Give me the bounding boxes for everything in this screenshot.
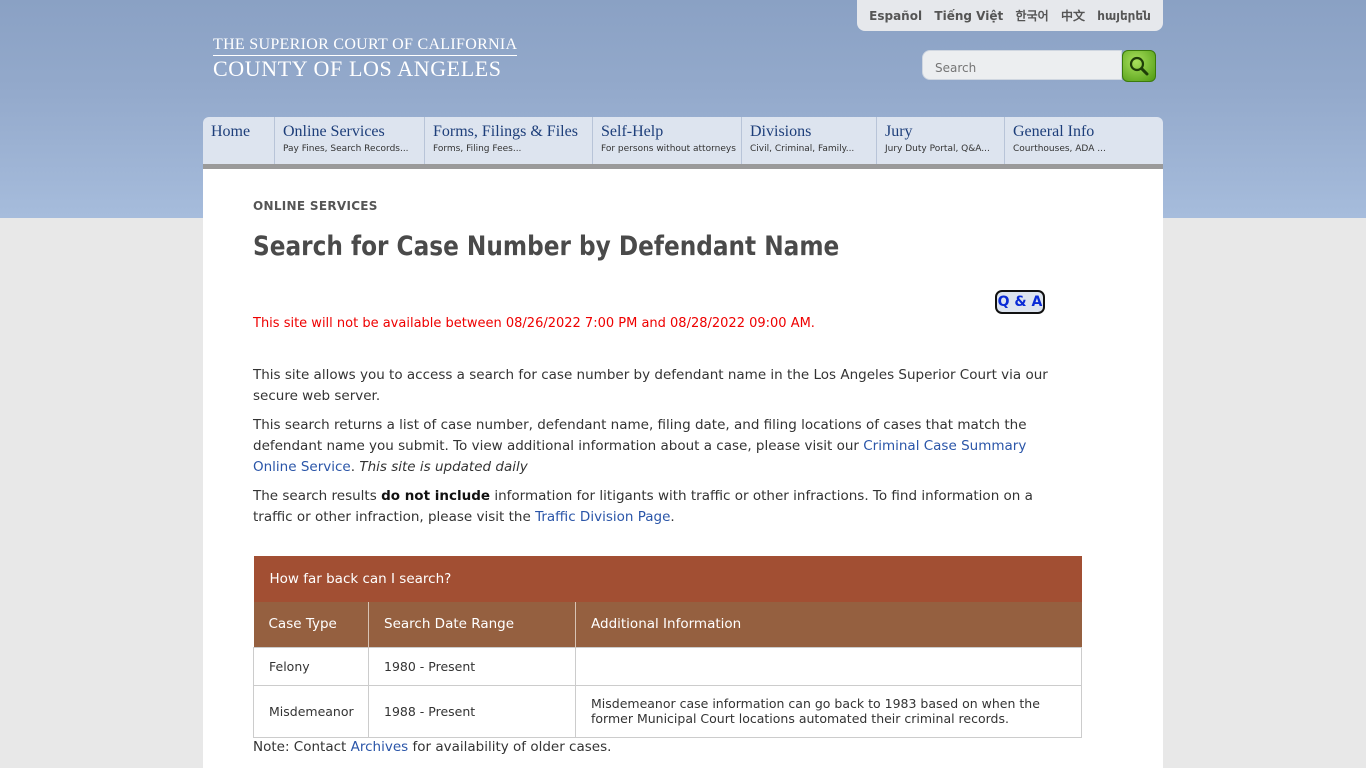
language-bar: Español Tiếng Việt 한국어 中文 հայերեն	[857, 0, 1163, 31]
search-input[interactable]	[922, 50, 1122, 80]
language-spanish[interactable]: Español	[869, 9, 922, 23]
main-content: ONLINE SERVICES Search for Case Number b…	[203, 169, 1163, 768]
qa-button[interactable]: Q & A	[995, 290, 1045, 314]
archives-note: Note: Contact Archives for availability …	[253, 739, 612, 755]
outage-alert: This site will not be available between …	[253, 316, 815, 331]
nav-item-online-services[interactable]: Online Services Pay Fines, Search Record…	[275, 117, 425, 164]
traffic-paragraph: The search results do not include inform…	[253, 488, 1033, 525]
archives-link[interactable]: Archives	[351, 739, 409, 755]
table-cell	[575, 646, 1082, 686]
search-button[interactable]	[1122, 50, 1156, 82]
nav-item-home[interactable]: Home	[203, 117, 275, 164]
search-range-table: How far back can I search? Case Type Sea…	[253, 556, 1082, 738]
nav-item-general-info[interactable]: General Info Courthouses, ADA ...	[1005, 117, 1163, 164]
nav-item-self-help[interactable]: Self-Help For persons without attorneys	[593, 117, 742, 164]
nav-item-divisions[interactable]: Divisions Civil, Criminal, Family...	[742, 117, 877, 164]
table-row: Misdemeanor 1988 - Present Misdemeanor c…	[253, 684, 1082, 738]
language-armenian[interactable]: հայերեն	[1097, 9, 1151, 23]
table-caption: How far back can I search?	[253, 556, 1082, 602]
language-chinese[interactable]: 中文	[1061, 7, 1085, 24]
nav-item-jury[interactable]: Jury Jury Duty Portal, Q&A...	[877, 117, 1005, 164]
table-cell: Misdemeanor	[253, 684, 369, 738]
search-description-paragraph: This search returns a list of case numbe…	[253, 417, 1027, 475]
table-cell: Felony	[253, 646, 369, 686]
column-header: Search Date Range	[368, 602, 576, 647]
column-header: Case Type	[253, 602, 369, 647]
language-vietnamese[interactable]: Tiếng Việt	[934, 9, 1003, 23]
logo-line-1: THE SUPERIOR COURT OF CALIFORNIA	[213, 36, 518, 53]
breadcrumb[interactable]: ONLINE SERVICES	[253, 199, 378, 213]
main-nav: Home Online Services Pay Fines, Search R…	[203, 117, 1163, 169]
language-korean[interactable]: 한국어	[1016, 7, 1049, 24]
traffic-division-link[interactable]: Traffic Division Page	[535, 509, 670, 525]
table-cell: Misdemeanor case information can go back…	[575, 684, 1082, 738]
search-icon	[1129, 56, 1149, 76]
site-search	[922, 50, 1156, 82]
column-header: Additional Information	[575, 602, 1082, 647]
court-logo[interactable]: THE SUPERIOR COURT OF CALIFORNIA COUNTY …	[213, 36, 518, 82]
nav-item-forms[interactable]: Forms, Filings & Files Forms, Filing Fee…	[425, 117, 593, 164]
intro-paragraph: This site allows you to access a search …	[253, 367, 1048, 404]
table-cell: 1980 - Present	[368, 646, 576, 686]
table-row: Felony 1980 - Present	[253, 646, 1082, 686]
page-title: Search for Case Number by Defendant Name	[253, 231, 840, 262]
logo-line-2: COUNTY OF LOS ANGELES	[213, 55, 518, 82]
table-cell: 1988 - Present	[368, 684, 576, 738]
